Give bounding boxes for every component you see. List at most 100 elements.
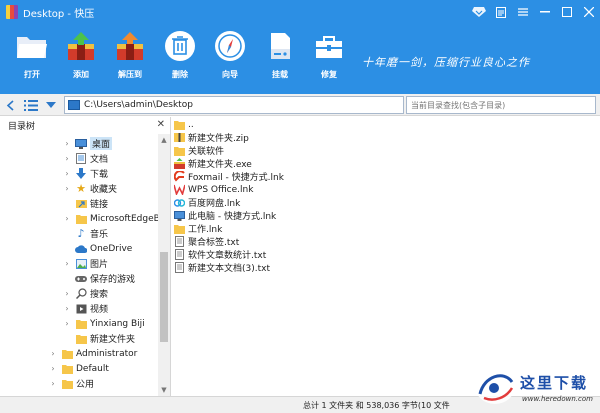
tree-item-onedrive[interactable]: OneDrive xyxy=(62,241,132,256)
tree-item-links[interactable]: 链接 xyxy=(62,196,108,211)
view-list-icon[interactable] xyxy=(22,97,40,113)
search-icon xyxy=(75,288,87,299)
open-button[interactable]: 打开 xyxy=(9,28,55,90)
video-icon xyxy=(75,303,87,314)
tree-item-desktop[interactable]: › 桌面 xyxy=(62,136,113,151)
file-item-exe[interactable]: 新建文件夹.exe xyxy=(174,157,252,170)
star-icon: ★ xyxy=(76,182,86,195)
tree-item-saved-games[interactable]: 保存的游戏 xyxy=(62,271,135,286)
watermark-url: www.heredown.com xyxy=(522,395,593,403)
expand-arrow-icon[interactable]: › xyxy=(62,169,72,178)
watermark-logo: 这里下载 www.heredown.com xyxy=(472,362,600,413)
folder-icon xyxy=(75,333,87,344)
expand-arrow-icon[interactable]: › xyxy=(62,289,72,298)
expand-arrow-icon[interactable]: › xyxy=(62,304,72,313)
view-dropdown-icon[interactable] xyxy=(44,97,58,113)
file-item-parent[interactable]: .. xyxy=(174,118,194,131)
tree-item-downloads[interactable]: › 下载 xyxy=(62,166,108,181)
expand-arrow-icon[interactable]: › xyxy=(62,154,72,163)
main-toolbar: 打开 添加 解压到 删除 向导 挂载 修复 十年磨一剑，压缩行业良心之作 xyxy=(0,24,600,94)
maximize-button[interactable] xyxy=(556,0,578,24)
search-input[interactable] xyxy=(411,100,586,110)
tree-item-music[interactable]: ♪ 音乐 xyxy=(62,226,108,241)
tree-item-edge-folder[interactable]: › MicrosoftEdgeB xyxy=(62,211,160,226)
scroll-up-icon[interactable]: ▲ xyxy=(158,134,170,146)
scroll-down-icon[interactable]: ▼ xyxy=(158,384,170,396)
expand-arrow-icon[interactable]: › xyxy=(48,349,58,358)
tree-item-pictures[interactable]: › 图片 xyxy=(62,256,108,271)
watermark-text: 这里下载 xyxy=(520,374,589,392)
pictures-icon xyxy=(75,258,87,269)
folder-icon xyxy=(61,363,73,374)
open-folder-icon xyxy=(14,28,50,64)
expand-arrow-icon[interactable]: › xyxy=(62,319,72,328)
file-item-this-pc[interactable]: 此电脑 - 快捷方式.lnk xyxy=(174,209,276,222)
folder-icon xyxy=(75,318,87,329)
delete-icon xyxy=(162,28,198,64)
wizard-button[interactable]: 向导 xyxy=(207,28,253,90)
file-item-tags-txt[interactable]: 聚合标签.txt xyxy=(174,235,239,248)
tree-item-public[interactable]: › 公用 xyxy=(48,376,94,391)
tree-item-videos[interactable]: › 视频 xyxy=(62,301,108,316)
tree-item-favorites[interactable]: › ★ 收藏夹 xyxy=(62,181,117,196)
minimize-button[interactable] xyxy=(534,0,556,24)
delete-button[interactable]: 删除 xyxy=(157,28,203,90)
title-bar: Desktop - 快压 xyxy=(0,0,600,24)
tree-item-search[interactable]: › 搜索 xyxy=(62,286,108,301)
file-item-stats-txt[interactable]: 软件文章数统计.txt xyxy=(174,248,266,261)
compass-icon xyxy=(212,28,248,64)
add-button[interactable]: 添加 xyxy=(58,28,104,90)
desktop-icon xyxy=(75,138,87,149)
folder-icon xyxy=(174,223,185,234)
expand-arrow-icon[interactable]: › xyxy=(48,379,58,388)
sidebar-scrollbar[interactable]: ▲ ▼ xyxy=(158,134,170,396)
folder-icon xyxy=(61,378,73,389)
folder-icon xyxy=(174,145,185,156)
download-icon xyxy=(75,168,87,179)
text-file-icon xyxy=(174,262,185,273)
file-item-related-software[interactable]: 关联软件 xyxy=(174,144,224,157)
skin-icon[interactable] xyxy=(468,0,490,24)
text-file-icon xyxy=(174,249,185,260)
extract-to-button[interactable]: 解压到 xyxy=(107,28,153,90)
expand-arrow-icon[interactable]: › xyxy=(62,184,72,193)
scroll-thumb[interactable] xyxy=(160,252,168,342)
file-item-new-txt[interactable]: 新建文本文档(3).txt xyxy=(174,261,270,274)
feedback-icon[interactable] xyxy=(490,0,512,24)
tree-item-yinxiang[interactable]: › Yinxiang Biji xyxy=(62,316,145,331)
folder-icon xyxy=(174,119,185,130)
saved-games-icon xyxy=(75,273,87,284)
close-panel-icon[interactable]: ✕ xyxy=(157,119,165,130)
back-arrow-icon[interactable] xyxy=(4,97,16,113)
expand-arrow-icon[interactable]: › xyxy=(62,259,72,268)
path-field[interactable]: C:\Users\admin\Desktop xyxy=(64,96,404,114)
directory-tree-title: 目录树 xyxy=(8,122,36,132)
close-button[interactable] xyxy=(578,0,600,24)
tree-item-new-folder[interactable]: 新建文件夹 xyxy=(62,331,135,346)
tree-item-documents[interactable]: › 文档 xyxy=(62,151,108,166)
wps-icon xyxy=(174,184,185,195)
expand-arrow-icon[interactable]: › xyxy=(62,214,72,223)
file-item-foxmail[interactable]: Foxmail - 快捷方式.lnk xyxy=(174,170,284,183)
status-text: 总计 1 文件夹 和 538,036 字节(10 文件 xyxy=(303,401,450,410)
search-box[interactable] xyxy=(406,96,596,114)
app-logo-icon xyxy=(6,5,18,19)
repair-button[interactable]: 修复 xyxy=(306,28,352,90)
zip-icon xyxy=(174,132,185,143)
file-item-wps[interactable]: WPS Office.lnk xyxy=(174,183,253,196)
expand-arrow-icon[interactable]: › xyxy=(48,364,58,373)
file-item-zip[interactable]: 新建文件夹.zip xyxy=(174,131,249,144)
baidu-netdisk-icon xyxy=(174,197,185,208)
file-item-work[interactable]: 工作.lnk xyxy=(174,222,222,235)
file-item-baidu[interactable]: 百度网盘.lnk xyxy=(174,196,240,209)
foxmail-icon xyxy=(174,171,185,182)
computer-icon xyxy=(174,210,185,221)
expand-arrow-icon[interactable]: › xyxy=(62,139,72,148)
tree-item-administrator[interactable]: › Administrator xyxy=(48,346,137,361)
window-controls xyxy=(468,0,600,24)
slogan-text: 十年磨一剑，压缩行业良心之作 xyxy=(362,56,530,69)
mount-button[interactable]: 挂载 xyxy=(257,28,303,90)
tree-item-default[interactable]: › Default xyxy=(48,361,109,376)
menu-icon[interactable] xyxy=(512,0,534,24)
repair-toolbox-icon xyxy=(311,28,347,64)
